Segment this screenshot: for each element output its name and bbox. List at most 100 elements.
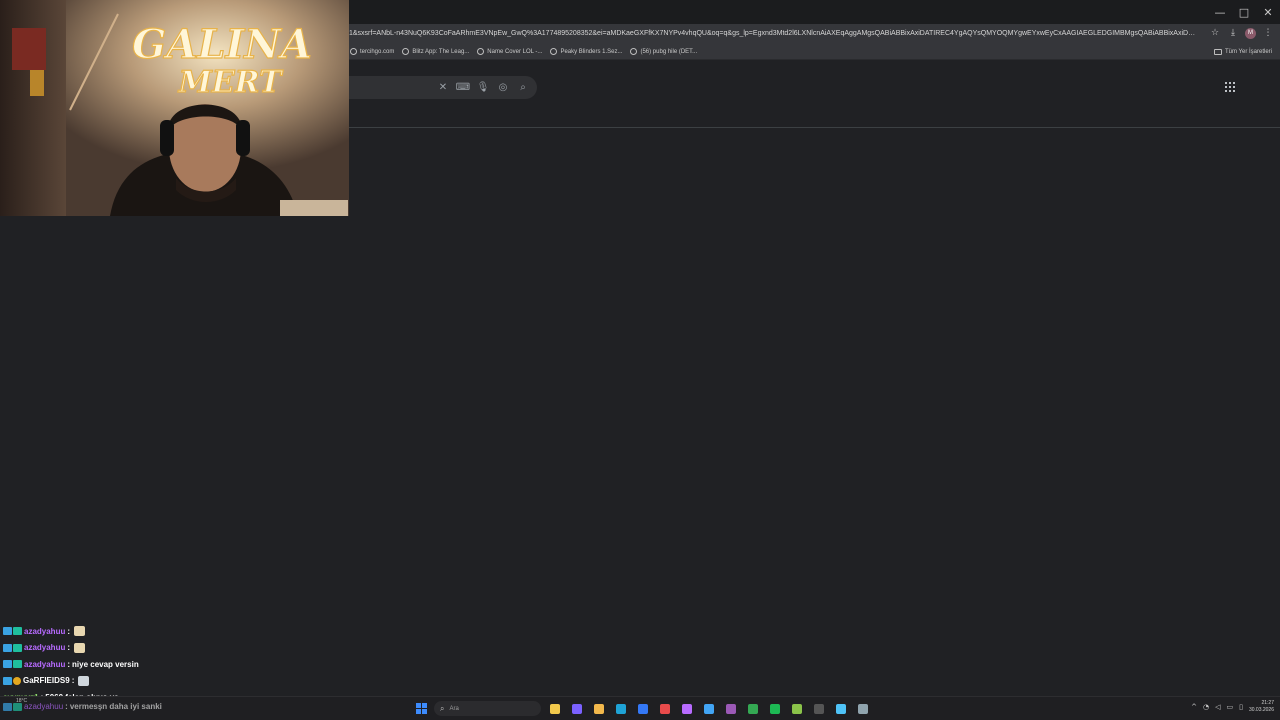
clear-icon[interactable]: ✕: [437, 81, 449, 93]
all-bookmarks-button[interactable]: Tüm Yer İşaretleri: [1213, 46, 1272, 57]
search-icon: ⌕: [440, 703, 445, 713]
chrome-glyph: [748, 704, 758, 714]
app-green-icon[interactable]: [767, 701, 783, 717]
folder-icon[interactable]: [591, 701, 607, 717]
app-blue-icon[interactable]: [833, 701, 849, 717]
window-controls: — □ ✕: [1208, 0, 1280, 24]
terminal-glyph: [814, 704, 824, 714]
emote-icon: [74, 626, 86, 637]
chat-message: GaRFIEIDS9 :: [3, 673, 303, 690]
bookmark-item[interactable]: tercihgo.com: [350, 46, 394, 57]
chevron-up-icon[interactable]: ^: [1191, 703, 1197, 711]
chat-message: azadyahuu :: [3, 640, 303, 657]
globe-icon: [630, 48, 638, 55]
taskbar-apps: [547, 701, 871, 717]
network-icon[interactable]: ◔: [1203, 703, 1209, 711]
profile-avatar[interactable]: M: [1245, 27, 1256, 39]
chat-text: vermesşn daha iyi sanki: [69, 702, 162, 711]
chat-username: azadyahuu: [24, 659, 66, 669]
bookmark-item[interactable]: Peaky Blinders 1.Sez...: [550, 46, 622, 57]
edge-glyph: [616, 704, 626, 714]
search-icon[interactable]: ⌕: [517, 81, 529, 93]
display-icon[interactable]: ▭: [1226, 703, 1233, 711]
weather-widget[interactable]: 18°C: [16, 698, 27, 704]
download-icon[interactable]: ⤓: [1227, 27, 1239, 39]
sub-badge-icon: [13, 627, 22, 636]
bookmark-label: tercihgo.com: [360, 48, 395, 55]
close-button[interactable]: ✕: [1256, 0, 1280, 24]
bookmark-item[interactable]: Blitz App: The Leag...: [402, 46, 469, 57]
bookmark-item[interactable]: Name Cover LOL -...: [477, 46, 542, 57]
prime-badge-icon: [3, 676, 12, 685]
keyboard-icon[interactable]: ⌨: [456, 81, 470, 93]
bookmark-label: Peaky Blinders 1.Sez...: [560, 48, 623, 55]
chat-badges: [3, 676, 21, 685]
app-green-glyph: [770, 704, 780, 714]
bookmark-list: tercihgo.com Blitz App: The Leag... Name…: [350, 46, 697, 57]
start-button[interactable]: [416, 703, 427, 714]
battery-icon[interactable]: ▯: [1239, 703, 1243, 711]
search-actions: ✕ ⌨ 🎙 ◎ ⌕: [437, 81, 529, 93]
store-icon[interactable]: [635, 701, 651, 717]
globe-icon: [350, 48, 357, 55]
bookmark-label: (56) pubg hile (DET...: [640, 48, 698, 55]
edge-icon[interactable]: [613, 701, 629, 717]
clock-time: 21:27: [1261, 700, 1274, 706]
terminal-icon[interactable]: [811, 701, 827, 717]
chat-separator: :: [71, 676, 75, 686]
webcam-image: GALINA MERT: [0, 0, 349, 216]
file-explorer-glyph: [550, 704, 560, 714]
google-apps-icon[interactable]: [1225, 82, 1235, 92]
chat-separator: :: [67, 659, 71, 669]
yandex-glyph: [660, 704, 670, 714]
taskbar: azadyahuu : vermesşn daha iyi sanki 18°C…: [0, 696, 1280, 720]
prime-badge-icon: [3, 702, 12, 711]
neon-sign-top: GALINA: [132, 21, 312, 68]
poster-shape: [12, 28, 46, 70]
prime-badge-icon: [3, 627, 12, 636]
app-purple-icon[interactable]: [723, 701, 739, 717]
store-glyph: [638, 704, 648, 714]
steam-icon[interactable]: [855, 701, 871, 717]
mic-icon[interactable]: 🎙: [477, 81, 490, 93]
more-icon[interactable]: ⋮: [1262, 27, 1274, 39]
star-icon[interactable]: ☆: [1209, 27, 1221, 39]
chat-badges: [3, 660, 22, 669]
messenger-icon[interactable]: [701, 701, 717, 717]
chat-username: azadyahuu: [24, 702, 64, 711]
yandex-icon[interactable]: [657, 701, 673, 717]
app-blue-glyph: [836, 704, 846, 714]
system-tray: ^ ◔ ◁ ▭ ▯ 21:27 30.03.2026: [1191, 700, 1274, 714]
chat-message: azadyahuu :: [3, 623, 303, 640]
globe-icon: [402, 48, 410, 55]
bookmark-label: Blitz App: The Leag...: [412, 48, 470, 55]
emote-icon: [78, 675, 90, 686]
chat-username: azadyahuu: [24, 626, 66, 636]
webcam-overlay: GALINA MERT: [0, 0, 349, 216]
discord-like-icon[interactable]: [679, 701, 695, 717]
bookmark-item[interactable]: (56) pubg hile (DET...: [630, 46, 697, 57]
discord-like-glyph: [682, 704, 692, 714]
steam-glyph: [858, 704, 868, 714]
minimize-button[interactable]: —: [1208, 0, 1232, 24]
chat-separator: :: [65, 702, 68, 711]
volume-icon[interactable]: ◁: [1215, 703, 1220, 711]
prime-badge-icon: [3, 643, 12, 652]
gold-badge-icon: [13, 676, 21, 685]
file-explorer-icon[interactable]: [547, 701, 563, 717]
clock-date: 30.03.2026: [1248, 707, 1274, 713]
chrome-icon[interactable]: [745, 701, 761, 717]
sub-badge-icon: [13, 643, 22, 652]
taskbar-clock[interactable]: 21:27 30.03.2026: [1249, 700, 1274, 714]
globe-icon: [550, 48, 558, 55]
lens-icon[interactable]: ◎: [497, 81, 509, 93]
taskbar-search[interactable]: ⌕ Ara: [434, 701, 541, 716]
chat-separator: :: [67, 643, 71, 653]
address-bar[interactable]: 1&sxsrf=ANbL-n43NuQ6K93CoFaARhmE3VNpEw_G…: [349, 27, 1199, 41]
app-lime-icon[interactable]: [789, 701, 805, 717]
folder-glyph: [594, 704, 604, 714]
browser-1-icon[interactable]: [569, 701, 585, 717]
maximize-button[interactable]: □: [1232, 0, 1256, 24]
bookmark-label: Name Cover LOL -...: [487, 48, 543, 55]
sub-badge-icon: [13, 660, 22, 669]
